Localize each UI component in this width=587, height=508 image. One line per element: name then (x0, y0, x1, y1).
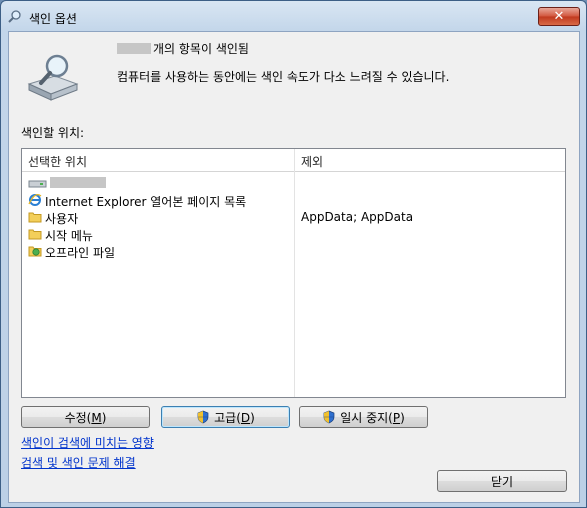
list-item-offline-files[interactable]: 오프라인 파일 (28, 243, 558, 260)
column-header-exclude[interactable]: 제외 (301, 153, 323, 170)
list-item-label: 시작 메뉴 (45, 229, 93, 243)
redacted-count (117, 43, 151, 54)
indexing-options-window: 색인 옵션 ✕ 개의 항목이 색인됨 컴퓨터를 사용하는 동안에는 색인 속도가… (0, 0, 587, 508)
advanced-button[interactable]: 고급(D) (161, 406, 290, 428)
list-item-label: Internet Explorer 열어본 페이지 목록 (45, 195, 247, 209)
close-button[interactable]: 닫기 (437, 470, 567, 492)
indexed-count-text: 개의 항목이 색인됨 (117, 40, 249, 57)
list-item-label (50, 176, 108, 190)
modify-button[interactable]: 수정(M) (21, 406, 150, 428)
drive-icon (28, 180, 47, 188)
indexed-locations-list[interactable]: 선택한 위치 제외 Internet Explorer 열어본 페이지 목록 사… (21, 148, 566, 398)
redacted-drive-name (50, 177, 106, 188)
internet-explorer-icon (28, 193, 42, 206)
list-item-start-menu[interactable]: 시작 메뉴 (28, 226, 558, 243)
window-title: 색인 옵션 (29, 12, 77, 26)
list-item-label: 사용자 (45, 212, 79, 226)
close-window-button[interactable]: ✕ (538, 7, 580, 26)
uac-shield-icon (323, 410, 335, 424)
indexing-speed-notice: 컴퓨터를 사용하는 동안에는 색인 속도가 다소 느려질 수 있습니다. (117, 70, 450, 84)
list-item-label: 오프라인 파일 (45, 246, 116, 260)
list-item-users[interactable]: 사용자 AppData; AppData (28, 209, 558, 226)
indexing-drive-icon (27, 54, 79, 101)
search-magnifier-icon (8, 10, 21, 23)
pause-button[interactable]: 일시 중지(P) (299, 406, 428, 428)
uac-shield-icon (197, 410, 209, 424)
locations-label: 색인할 위치: (21, 126, 85, 140)
folder-icon (28, 212, 42, 223)
column-header-selected-location[interactable]: 선택한 위치 (28, 153, 87, 170)
offline-files-icon (28, 246, 42, 257)
title-bar[interactable]: 색인 옵션 ✕ (1, 1, 586, 31)
list-item-drive[interactable] (28, 175, 558, 192)
list-item-internet-explorer-history[interactable]: Internet Explorer 열어본 페이지 목록 (28, 192, 558, 209)
indexing-affects-search-link[interactable]: 색인이 검색에 미치는 영향 (21, 434, 154, 451)
dialog-content: 개의 항목이 색인됨 컴퓨터를 사용하는 동안에는 색인 속도가 다소 느려질 … (8, 31, 580, 503)
troubleshoot-search-link[interactable]: 검색 및 색인 문제 해결 (21, 454, 136, 471)
folder-icon (28, 229, 42, 240)
list-item-exclusions: AppData; AppData (301, 210, 414, 224)
